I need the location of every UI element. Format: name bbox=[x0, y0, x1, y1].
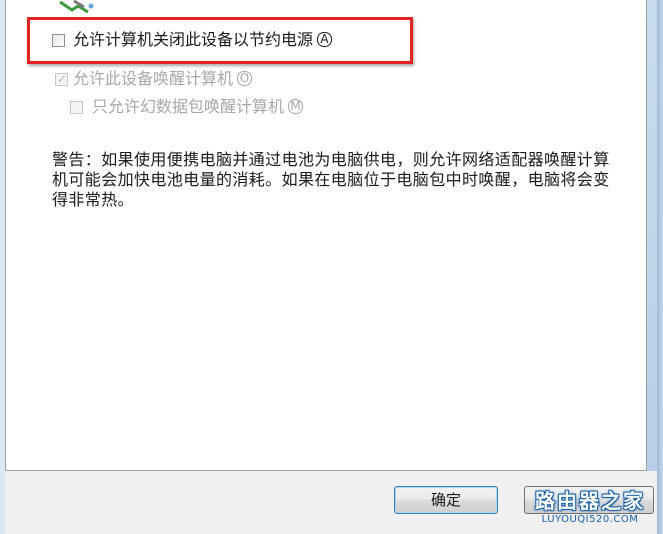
power-management-tab-panel: 允许计算机关闭此设备以节约电源 A ✓ 允许此设备唤醒计算机 O 只允许幻数据包唤醒… bbox=[5, 0, 647, 471]
allow-wake-checkbox[interactable]: ✓ bbox=[55, 72, 68, 86]
allow-wake-hotkey: O bbox=[237, 71, 253, 86]
watermark-url: LUYOUQI520.COM bbox=[541, 514, 639, 525]
ok-button[interactable]: 确定 bbox=[394, 486, 498, 514]
magic-packet-checkbox[interactable] bbox=[70, 101, 83, 114]
window-right-border bbox=[657, 0, 663, 534]
magic-packet-hotkey: M bbox=[288, 99, 304, 114]
allow-wake-text: 允许此设备唤醒计算机 bbox=[73, 69, 234, 88]
checkmark-icon: ✓ bbox=[57, 72, 68, 86]
network-adapter-icon bbox=[59, 0, 94, 14]
allow-wake-label[interactable]: 允许此设备唤醒计算机 O bbox=[73, 69, 253, 89]
battery-warning-text: 警告：如果使用便携电脑并通过电池为电脑供电，则允许网络适配器唤醒计算机可能会加快… bbox=[52, 150, 610, 209]
magic-packet-label[interactable]: 只允许幻数据包唤醒计算机 M bbox=[92, 97, 304, 117]
site-watermark: 路由器之家 LUYOUQI520.COM bbox=[525, 489, 655, 531]
magic-packet-text: 只允许幻数据包唤醒计算机 bbox=[92, 97, 285, 116]
annotation-highlight-box bbox=[27, 17, 413, 64]
dialog-frame: 允许计算机关闭此设备以节约电源 A ✓ 允许此设备唤醒计算机 O 只允许幻数据包唤醒… bbox=[0, 0, 663, 534]
watermark-title: 路由器之家 bbox=[535, 489, 645, 513]
